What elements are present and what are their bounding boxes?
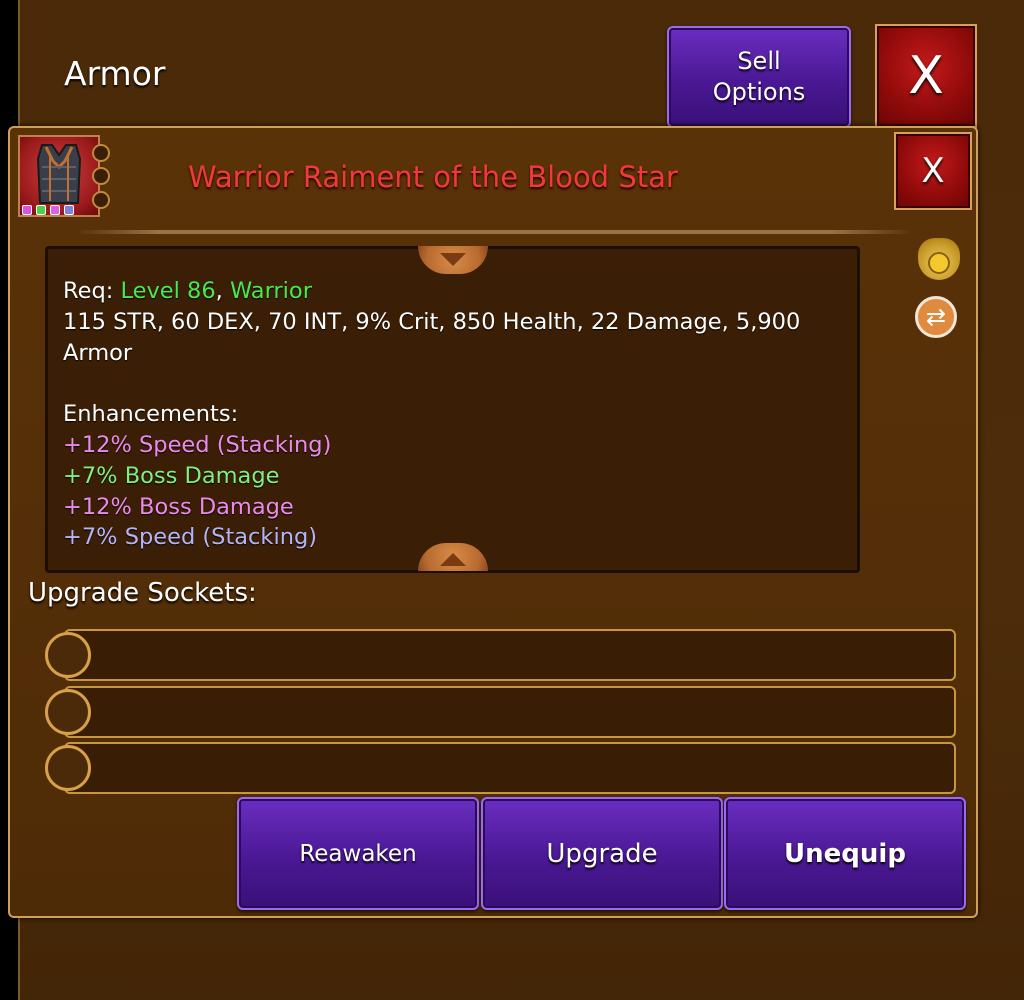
socket-ring-icon [45,632,91,678]
close-icon: X [921,151,945,191]
close-icon: X [908,46,944,106]
item-socket-indicator-2 [92,167,110,185]
enhancement-item: +12% Boss Damage [63,493,294,520]
unequip-button[interactable]: Unequip [724,797,966,910]
req-label: Req: [63,278,121,304]
upgrade-sockets-label: Upgrade Sockets: [28,578,257,608]
gem-green-icon [36,205,46,215]
item-info-text: Req: Level 86, Warrior 115 STR, 60 DEX, … [63,276,800,553]
chevron-up-icon [440,553,466,566]
enhancement-item: +7% Speed (Stacking) [63,524,318,551]
socket-ring-icon [45,689,91,735]
enhancement-item: +12% Speed (Stacking) [63,431,332,458]
item-socket-indicator-3 [92,191,110,209]
upgrade-socket-slot-1[interactable] [64,629,956,681]
upgrade-button[interactable]: Upgrade [481,797,723,910]
upgrade-socket-slot-2[interactable] [64,686,956,738]
item-socket-indicator-1 [92,144,110,162]
close-dialog-button[interactable]: X [894,132,972,210]
swap-icon[interactable]: ⇄ [915,296,957,338]
req-class: Warrior [229,278,312,304]
enhancement-item: +7% Boss Damage [63,462,280,489]
close-inventory-button[interactable]: X [875,24,977,128]
sell-options-label-line2: Options [712,78,806,106]
stats-line-2: Armor [63,339,133,366]
gem-magenta-icon [50,205,60,215]
sell-options-button[interactable]: Sell Options [667,26,851,128]
item-name: Warrior Raiment of the Blood Star [188,160,678,194]
divider [76,230,914,234]
req-level: Level 86 [120,278,216,304]
stats-line-1: 115 STR, 60 DEX, 70 INT, 9% Crit, 850 He… [63,308,801,335]
gem-blue-icon [64,205,74,215]
socket-ring-icon [45,745,91,791]
chevron-down-icon [440,253,466,266]
gold-coin-icon [928,252,950,274]
requirements-line: Req: Level 86, Warrior [63,276,800,307]
sell-options-label-line1: Sell [737,47,781,75]
page-title: Armor [64,54,166,93]
enhancements-header: Enhancements: [63,401,239,428]
reawaken-button[interactable]: Reawaken [237,797,479,910]
gem-pink-icon [22,205,32,215]
gold-bag-icon[interactable] [918,238,960,280]
upgrade-socket-slot-3[interactable] [64,742,956,794]
req-separator: , [215,278,230,304]
